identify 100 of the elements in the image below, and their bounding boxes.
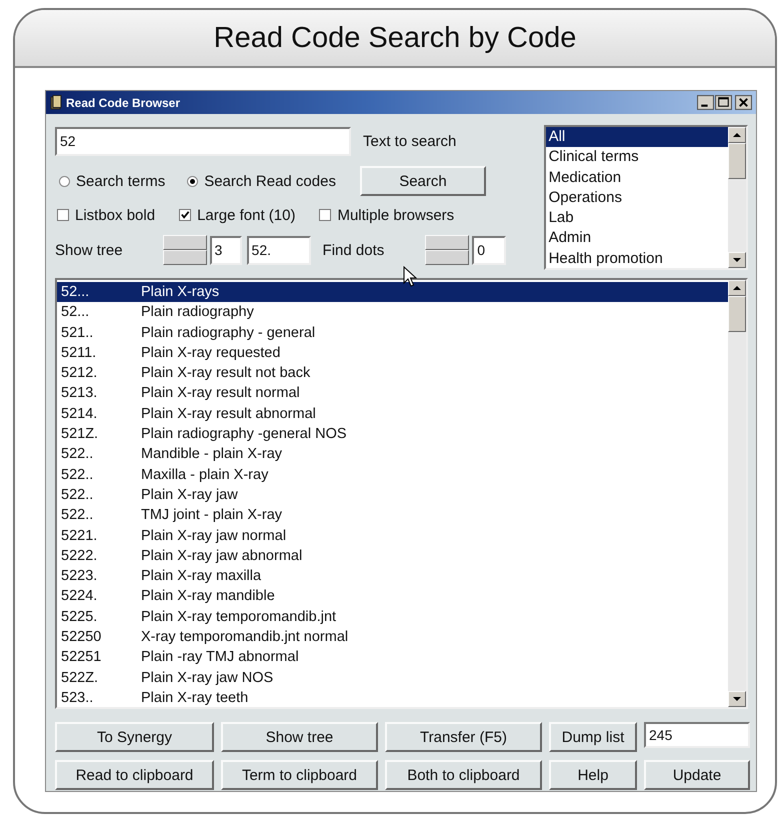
result-row[interactable]: 5223. Plain X-ray maxilla [57,566,728,586]
read-code: 5221. [60,526,98,546]
read-code: 5212. [60,364,98,384]
result-row[interactable]: 52... Plain radiography [57,302,728,323]
checkbox-label[interactable]: Large font (10) [197,206,296,224]
result-row[interactable]: 522.. Maxilla - plain X-ray [57,464,728,485]
read-code: 52... [60,303,90,322]
read-code: 5222. [60,546,98,566]
read-code: 522.. [60,445,94,464]
button[interactable]: Show tree [221,722,378,752]
term-text: Plain X-rays [141,283,220,302]
read-code: 52250 [60,628,102,648]
result-row[interactable]: 5224. Plain X-ray mandible [57,586,728,607]
radio-button[interactable] [59,176,70,186]
close-button[interactable] [735,95,752,110]
radio-label[interactable]: Search terms [76,172,166,190]
result-row[interactable]: 5225. Plain X-ray temporomandib.jnt [57,606,728,628]
result-row[interactable]: 5213. Plain X-ray result normal [57,383,728,404]
checkbox[interactable] [57,209,69,221]
scrollbar[interactable] [728,127,746,268]
checkbox-label[interactable]: Multiple browsers [337,206,454,224]
term-text: Plain X-ray result abnormal [141,404,316,424]
search-field[interactable]: 52 [55,126,351,156]
list-item[interactable]: Lab [546,208,728,228]
radio-button[interactable] [187,176,198,186]
button[interactable]: Update [644,760,750,790]
result-row[interactable]: 52251 Plain -ray TMJ abnormal [57,647,728,668]
scroll-up-icon[interactable] [728,127,746,143]
read-code: 5225. [60,608,98,627]
term-text: Plain X-ray teeth [141,688,248,707]
read-code: 522Z. [60,668,100,688]
list-item[interactable]: Health promotion [546,248,728,268]
term-text: Mandible - plain X-ray [141,445,282,464]
scroll-down-icon[interactable] [728,252,746,268]
category-list[interactable]: All Clinical terms Medication Operations Lab Admin Health promotion [544,125,748,270]
dots-field[interactable]: 0 [472,236,506,264]
term-text: Plain X-ray temporomandib.jnt [141,608,336,627]
read-code: 5211. [60,344,98,363]
result-row[interactable]: 522.. Plain X-ray jaw [57,484,728,506]
show-tree-label: Show tree [55,242,123,258]
window-title: Read Code Browser [66,96,182,110]
result-row[interactable]: 5211. Plain X-ray requested [57,342,728,364]
term-text: Plain X-ray mandible [141,587,275,606]
scroll-thumb[interactable] [728,296,746,332]
result-row[interactable]: 522.. Mandible - plain X-ray [57,444,728,465]
cursor-icon [403,266,417,288]
read-code: 522.. [60,486,94,505]
scrollbar[interactable] [728,280,746,707]
list-item[interactable]: Admin [546,228,728,249]
scroll-down-icon[interactable] [728,691,746,707]
button[interactable]: Transfer (F5) [385,722,542,752]
term-text: Plain X-ray jaw normal [141,526,286,546]
result-row[interactable]: 521Z. Plain radiography -general NOS [57,424,728,444]
result-row[interactable]: 5222. Plain X-ray jaw abnormal [57,546,728,566]
list-item[interactable]: Clinical terms [546,147,728,168]
list-item[interactable]: Operations [546,188,728,208]
result-row[interactable]: 522Z. Plain X-ray jaw NOS [57,668,728,688]
term-text: Plain X-ray jaw NOS [141,668,274,688]
result-row[interactable]: 5221. Plain X-ray jaw normal [57,526,728,546]
page-title: Read Code Search by Code [214,22,576,54]
maximize-button[interactable] [715,95,732,110]
count-field[interactable]: 245 [644,722,750,748]
spinner[interactable] [162,235,207,265]
button[interactable]: Dump list [549,722,637,752]
read-code: 5213. [60,384,98,404]
button[interactable]: Read to clipboard [55,760,214,790]
button[interactable]: Term to clipboard [221,760,378,790]
list-item[interactable]: All [546,127,728,148]
checkbox-label[interactable]: Listbox bold [75,206,156,224]
results-list[interactable] [55,278,748,709]
code-field[interactable]: 52. [246,236,311,264]
result-row[interactable]: 5212. Plain X-ray result not back [57,363,728,384]
result-row[interactable]: 521.. Plain radiography - general [57,322,728,343]
search-button[interactable]: Search [360,166,486,196]
read-code: 5224. [60,587,98,606]
find-dots-label: Find dots [322,242,384,258]
term-text: Maxilla - plain X-ray [141,466,268,485]
result-row[interactable]: 52... Plain X-rays [57,282,728,302]
scroll-thumb[interactable] [728,143,746,179]
checkbox[interactable] [179,209,192,221]
list-item[interactable]: Medication [546,168,728,188]
button[interactable]: Help [549,760,637,790]
scroll-up-icon[interactable] [728,280,746,296]
term-text: Plain X-ray requested [141,344,280,363]
button[interactable]: To Synergy [55,722,214,752]
term-text: TMJ joint - plain X-ray [141,506,282,526]
button[interactable]: Both to clipboard [385,760,542,790]
read-code: 52... [60,283,90,302]
read-code: 523.. [60,688,94,707]
result-row[interactable]: 523.. Plain X-ray teeth [57,688,728,707]
result-row[interactable]: 522.. TMJ joint - plain X-ray [57,505,728,526]
spinner[interactable] [425,235,470,265]
term-text: Plain radiography [141,303,254,322]
term-text: Plain radiography - general [141,324,316,343]
depth-field[interactable]: 3 [210,236,242,264]
result-row[interactable]: 5214. Plain X-ray result abnormal [57,404,728,424]
minimize-button[interactable] [697,95,714,110]
checkbox[interactable] [319,209,332,221]
radio-label[interactable]: Search Read codes [204,172,336,190]
result-row[interactable]: 52250 X-ray temporomandib.jnt normal [57,627,728,648]
